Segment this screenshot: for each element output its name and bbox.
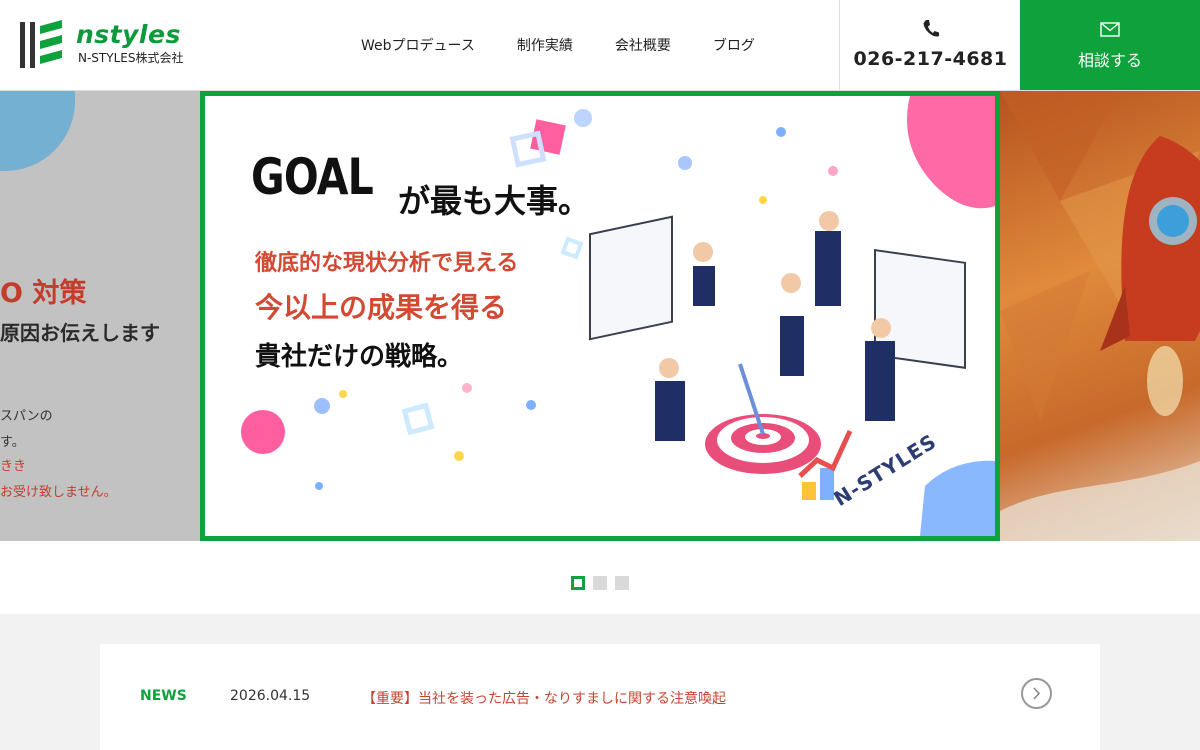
pagination-dot-1[interactable] [571, 576, 585, 590]
mail-icon [1100, 22, 1120, 37]
slide-prev-peek[interactable]: O 対策 原因お伝えします スパンの す。 きき お受け致しません。 [0, 91, 200, 541]
news-section: NEWS 2026.04.15 【重要】当社を装った広告・なりすましに関する注意… [0, 614, 1200, 750]
rocket-illustration [1000, 91, 1200, 541]
slide-prev-line: す。 [0, 435, 25, 450]
news-date: 2026.04.15 [230, 688, 311, 704]
phone-icon [923, 20, 939, 37]
logo-mark-icon [20, 20, 62, 68]
hero-slider[interactable]: O 対策 原因お伝えします スパンの す。 きき お受け致しません。 GOAL … [0, 91, 1200, 541]
nav-blog[interactable]: ブログ [713, 35, 755, 55]
site-logo[interactable]: nstyles N-STYLES株式会社 [18, 18, 218, 74]
chevron-right-icon [1033, 687, 1041, 700]
nav-company[interactable]: 会社概要 [615, 35, 671, 55]
slide-headline-goal: GOAL [251, 148, 374, 206]
slide-prev-line: きき [0, 459, 27, 474]
nav-works[interactable]: 制作実績 [517, 35, 573, 55]
site-header: nstyles N-STYLES株式会社 Webプロデュース 制作実績 会社概要… [0, 0, 1200, 91]
news-title-link[interactable]: 【重要】当社を装った広告・なりすましに関する注意喚起 [362, 688, 726, 708]
slide-prev-line: お受け致しません。 [0, 485, 117, 500]
nav-web-produce[interactable]: Webプロデュース [361, 35, 475, 55]
news-more-button[interactable] [1021, 678, 1052, 709]
consult-button[interactable]: 相談する [1020, 0, 1200, 90]
slide-copy-line3: 貴社だけの戦略。 [255, 342, 464, 372]
logo-text: nstyles [76, 20, 181, 49]
slide-headline: が最も大事。 [398, 182, 591, 220]
slide-copy-line1: 徹底的な現状分析で見える [255, 251, 519, 276]
slide-current[interactable]: GOAL が最も大事。 徹底的な現状分析で見える 今以上の成果を得る 貴社だけの… [200, 91, 1000, 541]
phone-contact[interactable]: 026-217-4681 [839, 0, 1020, 90]
slide-prev-title: O 対策 [0, 278, 87, 309]
news-item[interactable]: NEWS 2026.04.15 【重要】当社を装った広告・なりすましに関する注意… [100, 644, 1100, 750]
decor-blob [0, 91, 75, 171]
main-nav: Webプロデュース 制作実績 会社概要 ブログ [340, 0, 776, 90]
slide-prev-line: スパンの [0, 409, 53, 424]
slide-copy-line2: 今以上の成果を得る [255, 291, 508, 324]
consult-label: 相談する [1077, 51, 1142, 70]
slide-next-peek[interactable] [1000, 91, 1200, 541]
slide-prev-subtitle: 原因お伝えします [0, 321, 160, 345]
slider-pagination [571, 576, 637, 590]
phone-number: 026-217-4681 [853, 48, 1008, 70]
news-label: NEWS [140, 688, 187, 704]
company-name: N-STYLES株式会社 [78, 51, 184, 65]
pagination-dot-2[interactable] [593, 576, 607, 590]
pagination-dot-3[interactable] [615, 576, 629, 590]
